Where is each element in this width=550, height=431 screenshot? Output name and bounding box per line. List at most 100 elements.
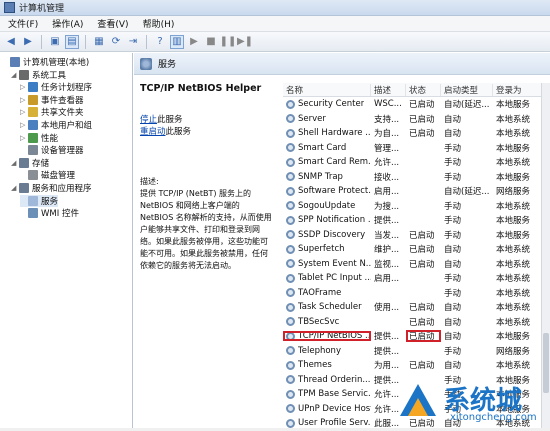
service-name-text: Software Protect... (298, 186, 371, 197)
tree-node-icon (10, 57, 20, 67)
service-description-cell: 维护... (374, 245, 400, 256)
service-startup-type: 自动(延迟... (444, 187, 490, 198)
expand-arrow-icon[interactable]: ◢ (11, 71, 19, 79)
tree-item[interactable]: 计算机管理(本地) (2, 56, 89, 68)
pause-icon[interactable]: ❚❚ (220, 35, 237, 49)
description-line: NetBIOS 和网络上客户端的 (140, 201, 240, 210)
table-row[interactable]: TCP/IP NetBIOS ... 提供... 已启动 自动 本地服务 (283, 329, 549, 344)
tree-node-icon (19, 157, 29, 168)
help-icon[interactable]: ? (153, 35, 167, 49)
tree-item-label: 磁盘管理 (41, 171, 76, 182)
menu-action[interactable]: 操作(A) (52, 17, 83, 30)
service-name-text: TBSecSvc (298, 316, 340, 327)
tree-item[interactable]: ▷ 事件查看器 (20, 94, 84, 106)
table-row[interactable]: System Event N... 监视... 已启动 自动 本地系统 (283, 257, 549, 272)
console-tree-icon[interactable]: ▤ (65, 34, 79, 49)
services-table: 名称 描述 状态 启动类型 登录为 Security Center WSC... 已… (283, 83, 549, 431)
service-name: Server (283, 114, 371, 124)
table-row[interactable]: Shell Hardware ... 为自... 已启动 自动 本地系统 (283, 126, 549, 141)
service-name-text: Thread Orderin... (298, 374, 371, 385)
table-row[interactable]: Software Protect... 启用... 自动(延迟... 网络服务 (283, 184, 549, 199)
properties-icon[interactable]: ▦ (92, 35, 106, 49)
refresh-icon[interactable]: ⟳ (109, 35, 123, 49)
tree-node-icon (28, 94, 38, 105)
table-row[interactable]: Task Scheduler 使用... 已启动 自动 本地系统 (283, 300, 549, 315)
service-gear-icon (286, 157, 295, 167)
menu-view[interactable]: 查看(V) (97, 17, 128, 30)
expand-arrow-icon[interactable]: ▷ (20, 83, 28, 91)
service-name-text: Server (298, 113, 326, 124)
forward-arrow-icon[interactable]: ▶ (21, 35, 35, 49)
service-name: Thread Orderin... (283, 375, 371, 385)
expand-arrow-icon[interactable]: ▷ (20, 108, 28, 116)
tree-item[interactable]: ◢ 系统工具 (11, 69, 66, 81)
service-name-text: Shell Hardware ... (298, 128, 371, 139)
restart-icon[interactable]: ▶❚ (237, 35, 253, 49)
table-row[interactable]: SPP Notification ... 提供... 手动 本地服务 (283, 213, 549, 228)
table-row[interactable]: SNMP Trap 接收... 手动 本地服务 (283, 170, 549, 185)
service-description: 描述: 提供 TCP/IP (NetBT) 服务上的 NetBIOS 和网络上客… (140, 176, 280, 272)
column-header-status[interactable]: 状态 (406, 83, 441, 96)
tree-item-label: 服务和应用程序 (32, 184, 92, 194)
tree-item[interactable]: ▷ 任务计划程序 (20, 81, 92, 93)
table-row[interactable]: SSDP Discovery 当发... 已启动 手动 本地服务 (283, 228, 549, 243)
description-line: 提供 TCP/IP (NetBT) 服务上的 (140, 189, 251, 198)
table-row[interactable]: Security Center WSC... 已启动 自动(延迟... 本地服务 (283, 97, 549, 112)
service-description-cell: 为用... (374, 361, 400, 372)
table-row[interactable]: Smart Card Rem... 允许... 手动 本地系统 (283, 155, 549, 170)
back-arrow-icon[interactable]: ◀ (4, 35, 18, 49)
tree-item[interactable]: ▷ 本地用户和组 (20, 119, 92, 131)
tree-item-label: 事件查看器 (41, 95, 84, 106)
tree-item[interactable]: 服务 (20, 194, 59, 207)
service-gear-icon (286, 331, 295, 341)
service-startup-type: 手动 (444, 230, 462, 241)
expand-arrow-icon[interactable]: ◢ (11, 159, 19, 167)
tree-item[interactable]: ◢ 存储 (11, 157, 49, 169)
tree-item[interactable]: ▷ 共享文件夹 (20, 106, 84, 118)
restart-service-link[interactable]: 重启动 (140, 127, 166, 137)
console-tree: 计算机管理(本地) ◢ 系统工具 ▷ 任务计划程序 ▷ 事件查看器 ▷ 共享文件夹 ▷ 本地用户和组… (0, 53, 133, 428)
service-gear-icon (286, 346, 295, 356)
service-gear-icon (286, 404, 295, 414)
expand-arrow-icon[interactable]: ◢ (11, 184, 19, 192)
table-row[interactable]: Server 支持... 已启动 自动 本地系统 (283, 112, 549, 127)
menu-help[interactable]: 帮助(H) (143, 17, 175, 30)
tree-item[interactable]: 磁盘管理 (20, 169, 75, 181)
expand-arrow-icon[interactable]: ▷ (20, 121, 28, 129)
stop-service-link[interactable]: 停止 (140, 115, 157, 125)
tree-item[interactable]: ▷ 性能 (20, 132, 58, 144)
table-row[interactable]: TAOFrame 手动 本地系统 (283, 286, 549, 301)
stop-icon[interactable]: ■ (204, 35, 218, 49)
tree-node-icon (19, 69, 29, 80)
vertical-scrollbar[interactable] (541, 83, 550, 428)
tree-item[interactable]: WMI 控件 (20, 207, 79, 219)
tree-node-icon (28, 107, 38, 118)
tree-item[interactable]: ◢ 服务和应用程序 (11, 182, 92, 194)
table-row[interactable]: Themes 为用... 已启动 自动 本地系统 (283, 358, 549, 373)
view-icon[interactable]: ▥ (170, 34, 184, 49)
table-row[interactable]: Telephony 提供... 手动 网络服务 (283, 344, 549, 359)
service-name-text: Superfetch (298, 244, 345, 255)
expand-arrow-icon[interactable]: ▷ (20, 96, 28, 104)
menu-file[interactable]: 文件(F) (8, 17, 38, 30)
table-row[interactable]: TBSecSvc 已启动 自动 本地系统 (283, 315, 549, 330)
table-row[interactable]: Superfetch 维护... 已启动 自动 本地系统 (283, 242, 549, 257)
table-row[interactable]: Tablet PC Input ... 启用... 手动 本地系统 (283, 271, 549, 286)
description-line: 络。如果此服务被停用，这些功能可 (140, 237, 268, 246)
service-name: SNMP Trap (283, 172, 371, 182)
service-status: 已启动 (409, 245, 435, 256)
table-row[interactable]: SogouUpdate 为搜... 手动 本地系统 (283, 199, 549, 214)
tree-item-label: 性能 (41, 133, 59, 144)
export-icon[interactable]: ⇥ (126, 35, 140, 49)
column-header-name[interactable]: 名称 (283, 83, 371, 96)
start-icon[interactable]: ▶ (187, 35, 201, 49)
tree-item[interactable]: 设备管理器 (20, 144, 84, 156)
up-folder-icon[interactable]: ▣ (48, 35, 62, 49)
table-row[interactable]: Smart Card 管理... 手动 本地服务 (283, 141, 549, 156)
service-name: UPnP Device Host (283, 404, 371, 414)
expand-arrow-icon[interactable]: ▷ (20, 134, 28, 142)
column-header-description[interactable]: 描述 (371, 83, 406, 96)
service-description-cell: 启用... (374, 187, 400, 198)
column-header-startup-type[interactable]: 启动类型 (441, 83, 493, 96)
service-name-text: Smart Card (298, 142, 347, 153)
